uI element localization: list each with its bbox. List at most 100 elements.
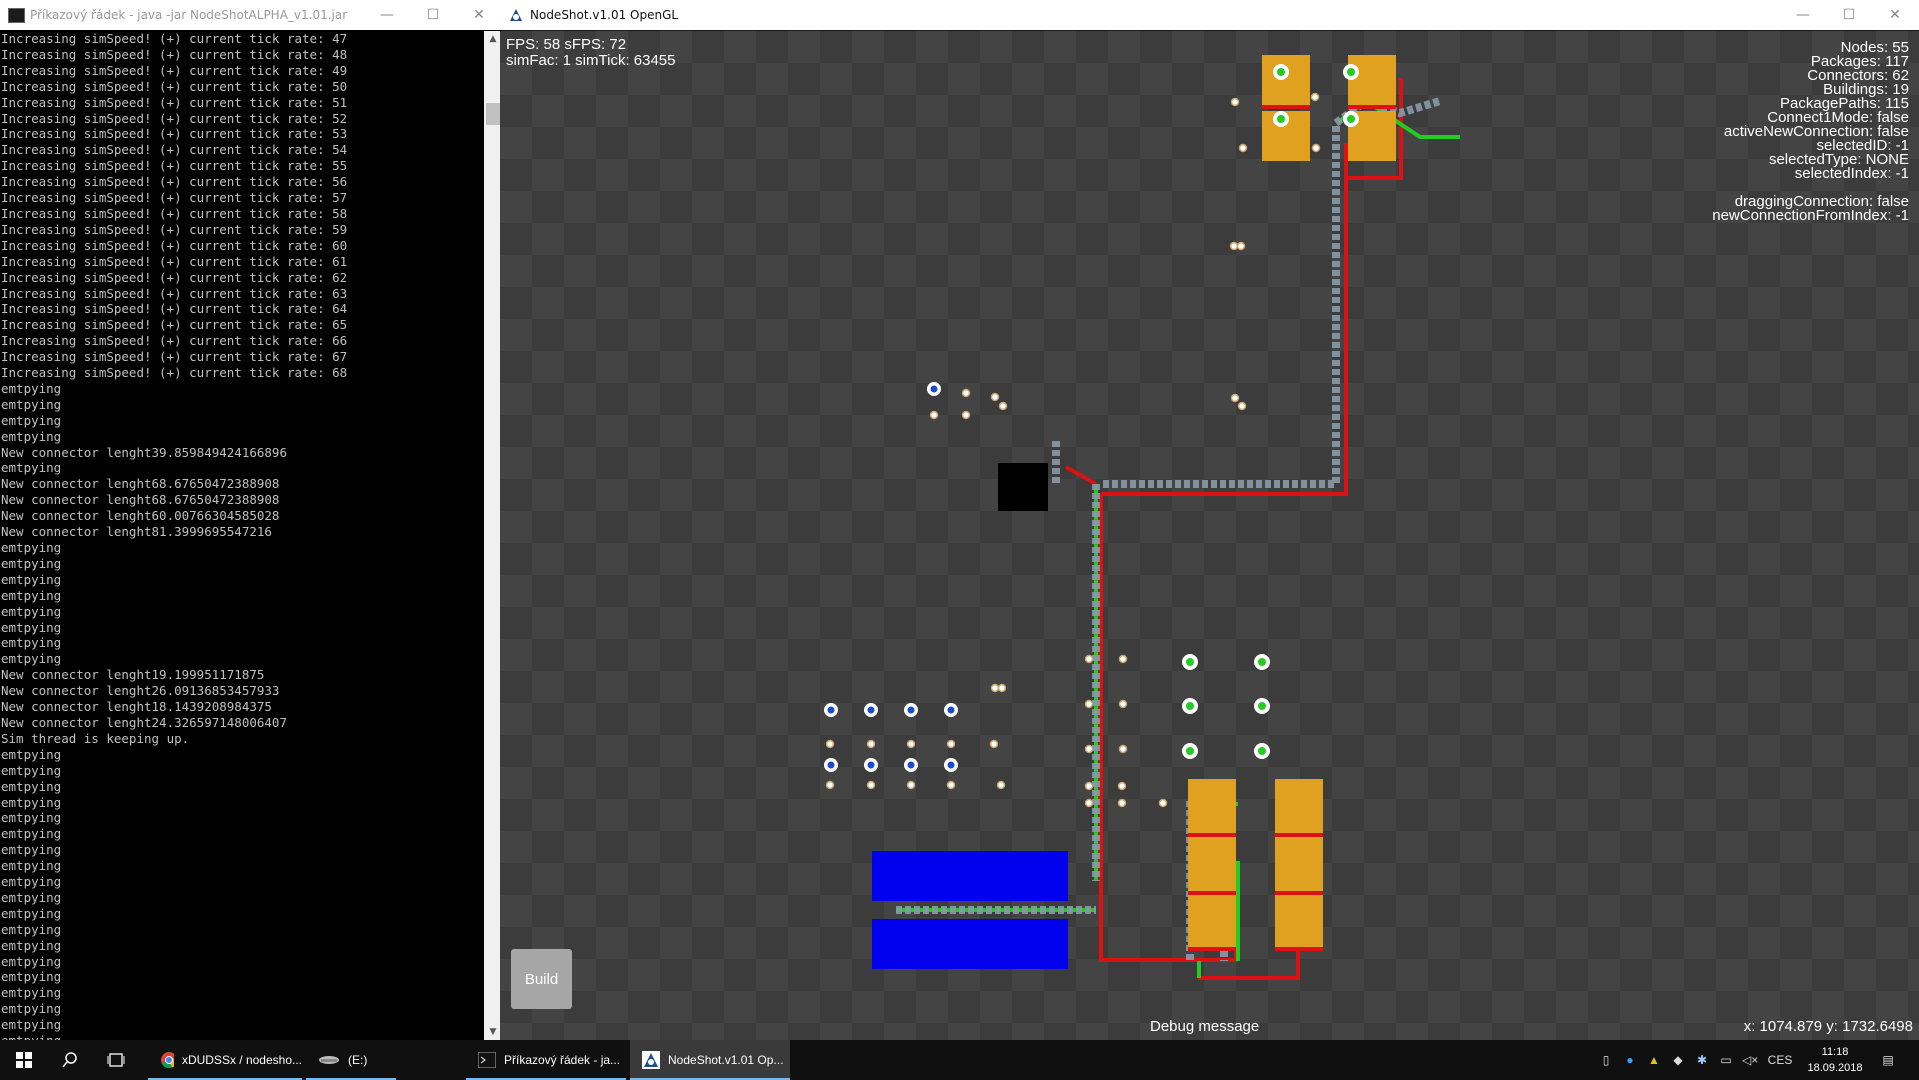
junction-node[interactable]	[998, 401, 1008, 411]
game-viewport[interactable]: FPS: 58 sFPS: 72 simFac: 1 simTick: 63455…	[500, 31, 1919, 1040]
bluetooth-icon[interactable]: ✱	[1694, 1052, 1710, 1068]
port-indicator[interactable]	[827, 761, 835, 769]
usb-device-icon[interactable]: ▯	[1598, 1052, 1614, 1068]
junction-node[interactable]	[1117, 798, 1127, 808]
network-icon[interactable]: ▭	[1718, 1052, 1734, 1068]
console-line: Increasing simSpeed! (+) current tick ra…	[1, 78, 348, 94]
port-indicator[interactable]	[1186, 702, 1194, 710]
taskbar-app-console[interactable]: Příkazový řádek - ja...	[466, 1040, 626, 1080]
orange-building-group-bottom[interactable]	[1188, 779, 1323, 951]
port-indicator[interactable]	[907, 706, 915, 714]
port-indicator[interactable]	[827, 706, 835, 714]
taskbar-app-explorer[interactable]: (E:)	[306, 1040, 396, 1080]
console-line: Increasing simSpeed! (+) current tick ra…	[1, 253, 348, 269]
console-line: New connector lenght26.09136853457933	[1, 683, 280, 699]
console-line: emtpying	[1, 587, 62, 603]
junction-node[interactable]	[1084, 654, 1094, 664]
port-indicator[interactable]	[1258, 702, 1266, 710]
game-maximize-button[interactable]: ☐	[1826, 0, 1872, 30]
junction-node[interactable]	[1118, 699, 1128, 709]
junction-node[interactable]	[906, 780, 916, 790]
junction-node[interactable]	[906, 739, 916, 749]
console-close-button[interactable]: ✕	[456, 0, 502, 30]
console-window: Příkazový řádek - java -jar NodeShotALPH…	[0, 0, 502, 1040]
console-titlebar[interactable]: Příkazový řádek - java -jar NodeShotALPH…	[0, 0, 502, 30]
console-minimize-button[interactable]: —	[364, 0, 410, 30]
junction-node[interactable]	[990, 683, 1000, 693]
junction-node[interactable]	[866, 739, 876, 749]
junction-node[interactable]	[929, 410, 939, 420]
junction-node[interactable]	[1230, 97, 1240, 107]
volume-muted-icon[interactable]: ◁×	[1742, 1052, 1758, 1068]
taskbar-app-nodeshot[interactable]: NodeShot.v1.01 Op...	[630, 1040, 790, 1080]
junction-node[interactable]	[1237, 401, 1247, 411]
console-output[interactable]: Increasing simSpeed! (+) current tick ra…	[0, 31, 484, 1040]
junction-node[interactable]	[990, 392, 1000, 402]
language-indicator[interactable]: CES	[1766, 1052, 1794, 1068]
search-button[interactable]	[58, 1040, 82, 1080]
junction-node[interactable]	[1310, 92, 1320, 102]
junction-node[interactable]	[1084, 781, 1094, 791]
junction-node[interactable]	[825, 739, 835, 749]
junction-node[interactable]	[1118, 744, 1128, 754]
port-indicator[interactable]	[867, 706, 875, 714]
package-trails	[896, 96, 1442, 961]
port-indicator[interactable]	[930, 385, 938, 393]
console-line: emtpying	[1, 810, 62, 826]
junction-node[interactable]	[1311, 143, 1321, 153]
junction-node[interactable]	[1238, 143, 1248, 153]
port-indicator[interactable]	[1258, 658, 1266, 666]
port-indicator[interactable]	[907, 761, 915, 769]
console-line: emtpying	[1, 794, 62, 810]
junction-node[interactable]	[1084, 744, 1094, 754]
port-indicator[interactable]	[1186, 658, 1194, 666]
game-titlebar[interactable]: NodeShot.v1.01 OpenGL — ☐ ✕	[500, 0, 1919, 30]
console-line: Increasing simSpeed! (+) current tick ra…	[1, 46, 348, 62]
junction-node[interactable]	[961, 388, 971, 398]
skype-icon[interactable]: ●	[1622, 1052, 1638, 1068]
notifications-icon[interactable]: ▤	[1880, 1052, 1896, 1068]
nodeshot-icon	[642, 1051, 660, 1069]
junction-node[interactable]	[946, 739, 956, 749]
junction-node[interactable]	[1158, 798, 1168, 808]
junction-node[interactable]	[1230, 393, 1240, 403]
build-button[interactable]: Build	[511, 949, 572, 1009]
junction-node[interactable]	[1118, 654, 1128, 664]
junction-node[interactable]	[997, 683, 1007, 693]
junction-node[interactable]	[961, 410, 971, 420]
junction-node[interactable]	[866, 780, 876, 790]
port-indicator[interactable]	[1347, 68, 1355, 76]
junction-node[interactable]	[996, 780, 1006, 790]
node-network-scene[interactable]	[500, 31, 1919, 1040]
port-indicator[interactable]	[1277, 115, 1285, 123]
junction-node[interactable]	[825, 780, 835, 790]
game-minimize-button[interactable]: —	[1780, 0, 1826, 30]
console-maximize-button[interactable]: ☐	[410, 0, 456, 30]
console-title: Příkazový řádek - java -jar NodeShotALPH…	[30, 8, 348, 22]
port-indicator[interactable]	[867, 761, 875, 769]
port-indicator[interactable]	[947, 761, 955, 769]
junction-node[interactable]	[1236, 241, 1246, 251]
game-close-button[interactable]: ✕	[1872, 0, 1918, 30]
port-indicator[interactable]	[1186, 747, 1194, 755]
port-indicator[interactable]	[1258, 747, 1266, 755]
tray-app-icon[interactable]: ▲	[1646, 1052, 1662, 1068]
console-line: emtpying	[0, 1033, 484, 1040]
task-view-button[interactable]	[104, 1040, 128, 1080]
port-indicator[interactable]	[1347, 115, 1355, 123]
taskbar-app-chrome[interactable]: xDUDSSx / nodesho...	[148, 1040, 302, 1080]
scrollbar-thumb[interactable]	[486, 103, 500, 125]
junction-node[interactable]	[1117, 781, 1127, 791]
port-indicator[interactable]	[947, 706, 955, 714]
source-building[interactable]	[998, 463, 1048, 511]
junction-node[interactable]	[946, 780, 956, 790]
clock[interactable]: 11:18 18.09.2018	[1800, 1044, 1870, 1076]
start-button[interactable]	[12, 1040, 36, 1080]
junction-node[interactable]	[1084, 798, 1094, 808]
nodes-layer[interactable]	[824, 64, 1359, 808]
junction-node[interactable]	[989, 739, 999, 749]
port-indicator[interactable]	[1277, 68, 1285, 76]
junction-node[interactable]	[1084, 699, 1094, 709]
nvidia-icon[interactable]: ◆	[1670, 1052, 1686, 1068]
junction-node[interactable]	[1229, 241, 1239, 251]
